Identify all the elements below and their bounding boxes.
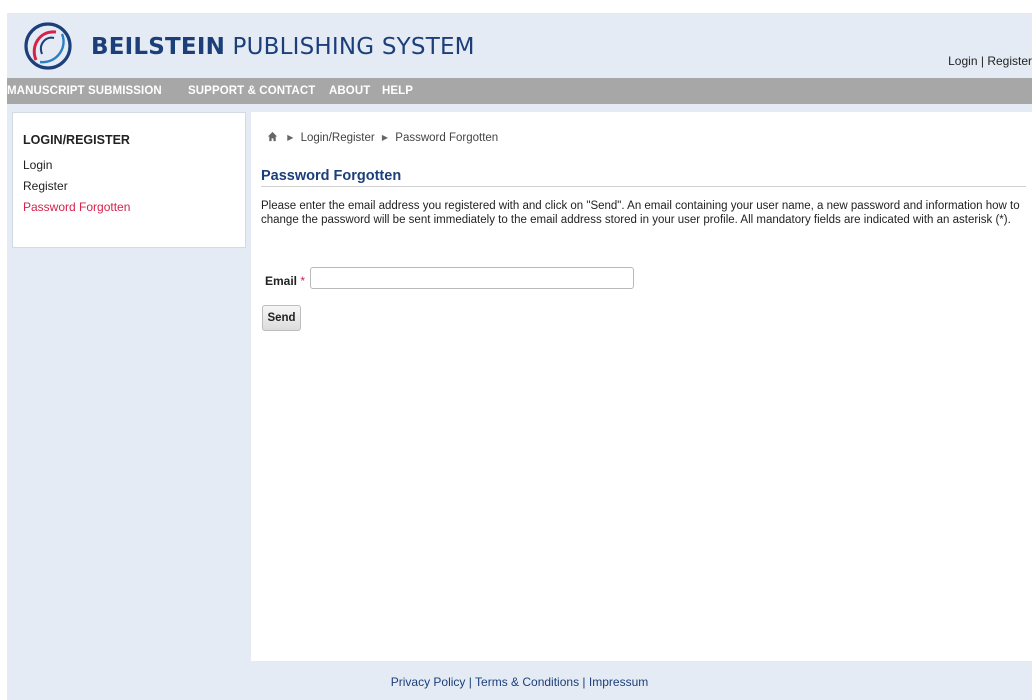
email-label: Email *: [265, 274, 305, 288]
sidebar-item-login[interactable]: Login: [23, 158, 52, 172]
auth-separator: |: [980, 54, 984, 68]
site-header: BEILSTEIN PUBLISHING SYSTEM Login | Regi…: [7, 13, 1032, 79]
breadcrumb-current: Password Forgotten: [395, 132, 499, 144]
sidebar-item-password-forgotten[interactable]: Password Forgotten: [23, 200, 130, 214]
beilstein-logo-icon[interactable]: [22, 20, 74, 72]
triangle-right-icon: ▶: [287, 133, 294, 142]
footer-impressum[interactable]: Impressum: [589, 675, 648, 689]
footer-separator: |: [468, 675, 472, 689]
nav-item-about[interactable]: ABOUT: [329, 85, 370, 97]
site-footer: Privacy Policy | Terms & Conditions | Im…: [7, 675, 1032, 689]
login-link[interactable]: Login: [948, 54, 977, 68]
footer-separator: |: [582, 675, 586, 689]
brand-bold: BEILSTEIN: [91, 34, 226, 60]
footer-privacy-policy[interactable]: Privacy Policy: [391, 675, 466, 689]
breadcrumb-login-register[interactable]: Login/Register: [301, 132, 375, 144]
sidebar-item-register[interactable]: Register: [23, 179, 68, 193]
home-icon[interactable]: [267, 131, 278, 142]
title-divider: [261, 186, 1026, 187]
nav-item-manuscript-submission[interactable]: MANUSCRIPT SUBMISSION: [7, 85, 162, 97]
auth-links: Login | Register: [948, 54, 1032, 68]
brand-light: PUBLISHING SYSTEM: [232, 34, 475, 60]
required-asterisk: *: [300, 274, 306, 288]
email-field[interactable]: [310, 267, 634, 289]
site-brand[interactable]: BEILSTEIN PUBLISHING SYSTEM: [91, 34, 475, 60]
sidebar-title: LOGIN/REGISTER: [23, 133, 130, 147]
email-label-text: Email: [265, 274, 298, 288]
intro-text: Please enter the email address you regis…: [261, 200, 1020, 226]
page-title: Password Forgotten: [261, 168, 402, 184]
register-link[interactable]: Register: [987, 54, 1032, 68]
main-content: ▶ Login/Register ▶ Password Forgotten Pa…: [251, 112, 1032, 661]
breadcrumb: ▶ Login/Register ▶ Password Forgotten: [267, 131, 498, 144]
send-button[interactable]: Send: [262, 305, 301, 331]
main-nav: MANUSCRIPT SUBMISSION SUPPORT & CONTACT …: [7, 78, 1032, 104]
sidebar: LOGIN/REGISTER Login Register Password F…: [12, 112, 246, 248]
nav-item-help[interactable]: HELP: [382, 85, 413, 97]
footer-terms-conditions[interactable]: Terms & Conditions: [475, 675, 579, 689]
nav-item-support-contact[interactable]: SUPPORT & CONTACT: [188, 85, 315, 97]
page-background: BEILSTEIN PUBLISHING SYSTEM Login | Regi…: [7, 13, 1032, 700]
triangle-right-icon: ▶: [381, 133, 389, 142]
